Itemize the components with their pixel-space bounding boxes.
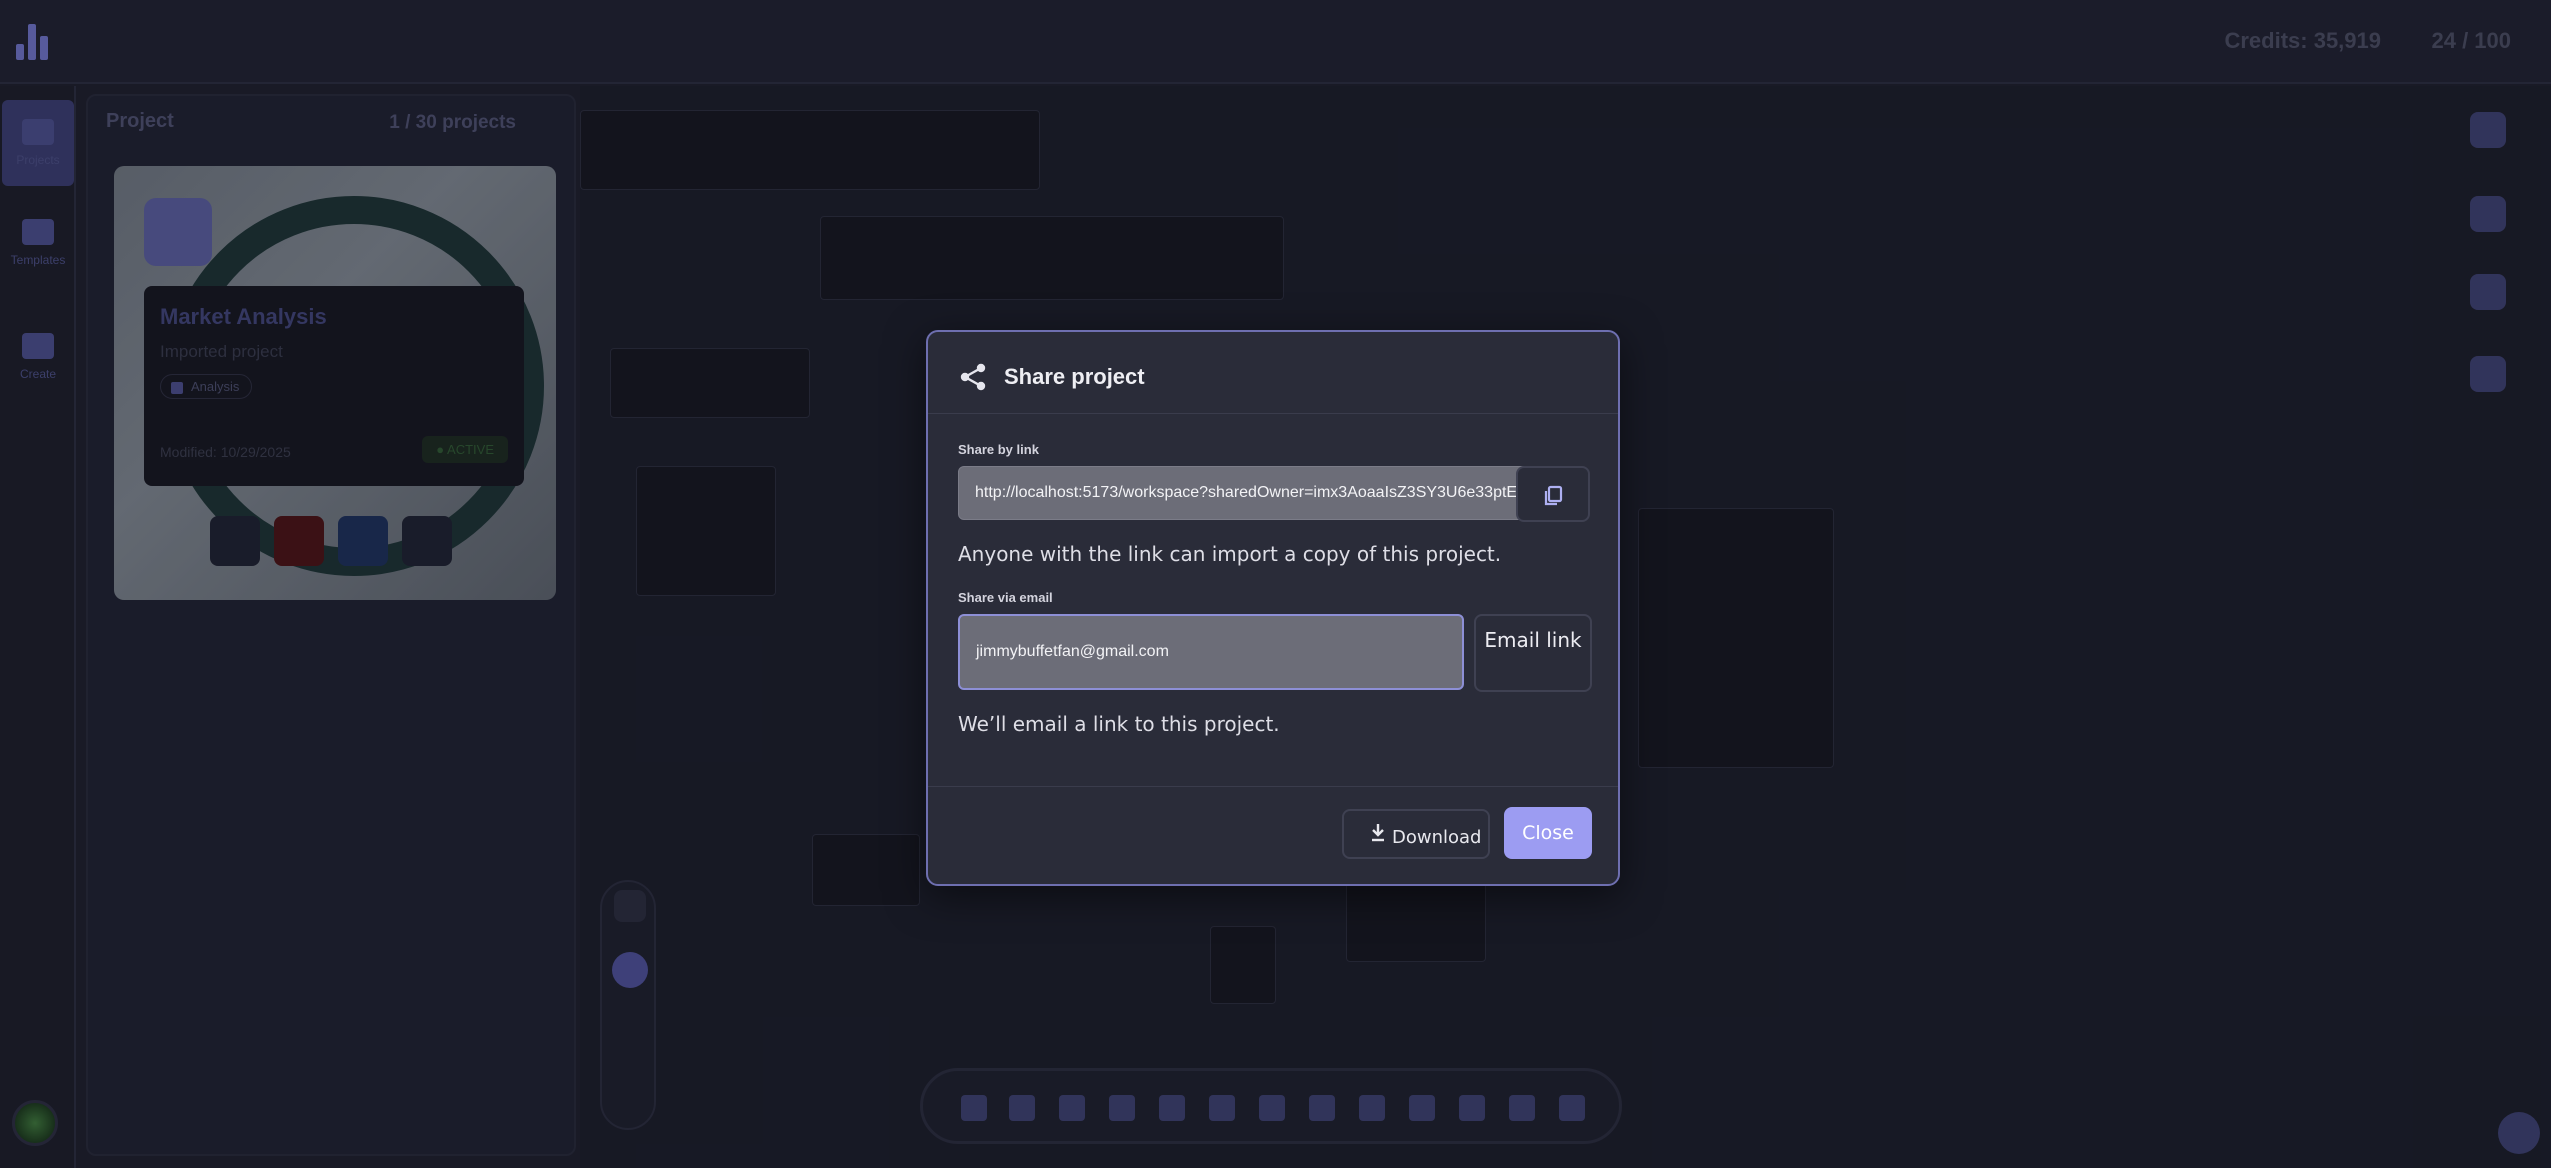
share-dialog: Share project Share by link http://local… xyxy=(926,330,1620,886)
link-help-text: Anyone with the link can import a copy o… xyxy=(958,542,1502,566)
email-help-text: We’ll email a link to this project. xyxy=(958,712,1280,736)
share-icon xyxy=(960,363,986,391)
share-link-field[interactable]: http://localhost:5173/workspace?sharedOw… xyxy=(958,466,1536,520)
download-button[interactable]: Download xyxy=(1342,809,1490,859)
copy-icon xyxy=(1544,485,1563,506)
share-via-email-label: Share via email xyxy=(958,590,1053,605)
download-icon xyxy=(1372,824,1384,842)
email-field[interactable]: jimmybuffetfan@gmail.com xyxy=(958,614,1464,690)
close-button[interactable]: Close xyxy=(1504,807,1592,859)
dialog-title: Share project xyxy=(1004,364,1145,389)
dialog-footer: Download Close xyxy=(928,786,1618,886)
email-link-button[interactable]: Email link xyxy=(1474,614,1592,692)
share-by-link-label: Share by link xyxy=(958,442,1039,457)
dialog-header: Share project xyxy=(928,332,1618,414)
copy-link-button[interactable] xyxy=(1516,466,1590,522)
download-label: Download xyxy=(1392,827,1482,848)
